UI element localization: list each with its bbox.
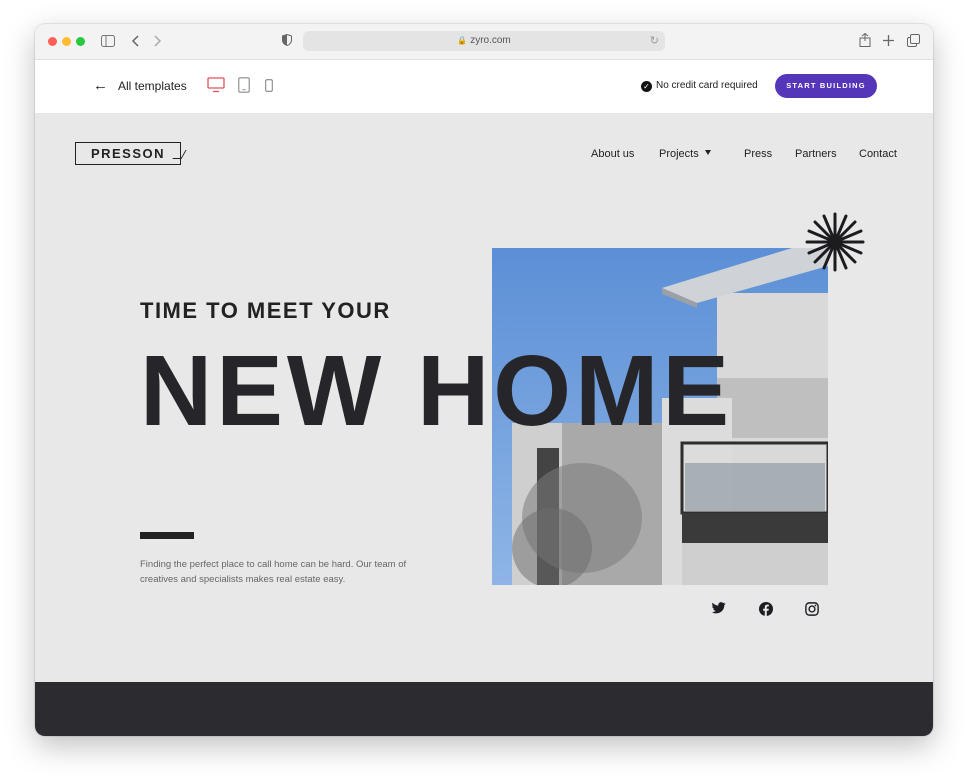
editor-toolbar: ← All templates ✓ No credit card required… [35, 60, 933, 114]
facebook-icon[interactable] [759, 602, 773, 616]
nav-projects[interactable]: Projects [659, 148, 699, 160]
chevron-down-icon[interactable] [705, 150, 711, 155]
instagram-icon[interactable] [805, 602, 819, 616]
forward-icon[interactable] [154, 35, 162, 47]
twitter-icon[interactable] [712, 602, 726, 614]
nav-press[interactable]: Press [744, 148, 772, 160]
hero-headline: NEW HOME [140, 335, 734, 447]
all-templates-link[interactable]: All templates [118, 79, 187, 93]
template-preview: PRESSON About us Projects Press Partners… [35, 114, 933, 682]
hero-divider [140, 532, 194, 539]
share-icon[interactable] [859, 33, 871, 47]
new-tab-icon[interactable] [883, 35, 894, 46]
sidebar-icon[interactable] [101, 35, 115, 47]
mobile-icon[interactable] [265, 79, 273, 92]
back-icon[interactable] [131, 35, 139, 47]
start-building-button[interactable]: START BUILDING [775, 74, 877, 98]
browser-window: 🔒 zyro.com ↻ ← All templates ✓ No credit… [35, 24, 933, 736]
nav-partners[interactable]: Partners [795, 148, 837, 160]
url-text: zyro.com [470, 35, 511, 46]
no-credit-card-text: No credit card required [656, 80, 758, 91]
lock-icon: 🔒 [457, 36, 468, 45]
nav-contact[interactable]: Contact [859, 148, 897, 160]
close-window-button[interactable] [48, 37, 57, 46]
check-circle-icon: ✓ [641, 81, 652, 92]
starburst-icon [805, 212, 865, 272]
site-footer [35, 682, 933, 736]
site-logo[interactable]: PRESSON [75, 142, 181, 165]
hero-tagline: TIME TO MEET YOUR [140, 298, 391, 323]
reload-icon[interactable]: ↻ [650, 31, 659, 51]
maximize-window-button[interactable] [76, 37, 85, 46]
tablet-icon[interactable] [238, 77, 250, 93]
hero-description: Finding the perfect place to call home c… [140, 559, 407, 585]
nav-about-us[interactable]: About us [591, 148, 634, 160]
no-credit-card-note: ✓ No credit card required [641, 80, 758, 92]
browser-titlebar: 🔒 zyro.com ↻ [35, 24, 933, 60]
address-bar[interactable]: 🔒 zyro.com ↻ [303, 31, 665, 51]
tabs-icon[interactable] [907, 34, 920, 47]
minimize-window-button[interactable] [62, 37, 71, 46]
arrow-left-icon[interactable]: ← [93, 78, 108, 94]
shield-icon[interactable] [282, 34, 292, 46]
desktop-icon[interactable] [207, 77, 225, 93]
